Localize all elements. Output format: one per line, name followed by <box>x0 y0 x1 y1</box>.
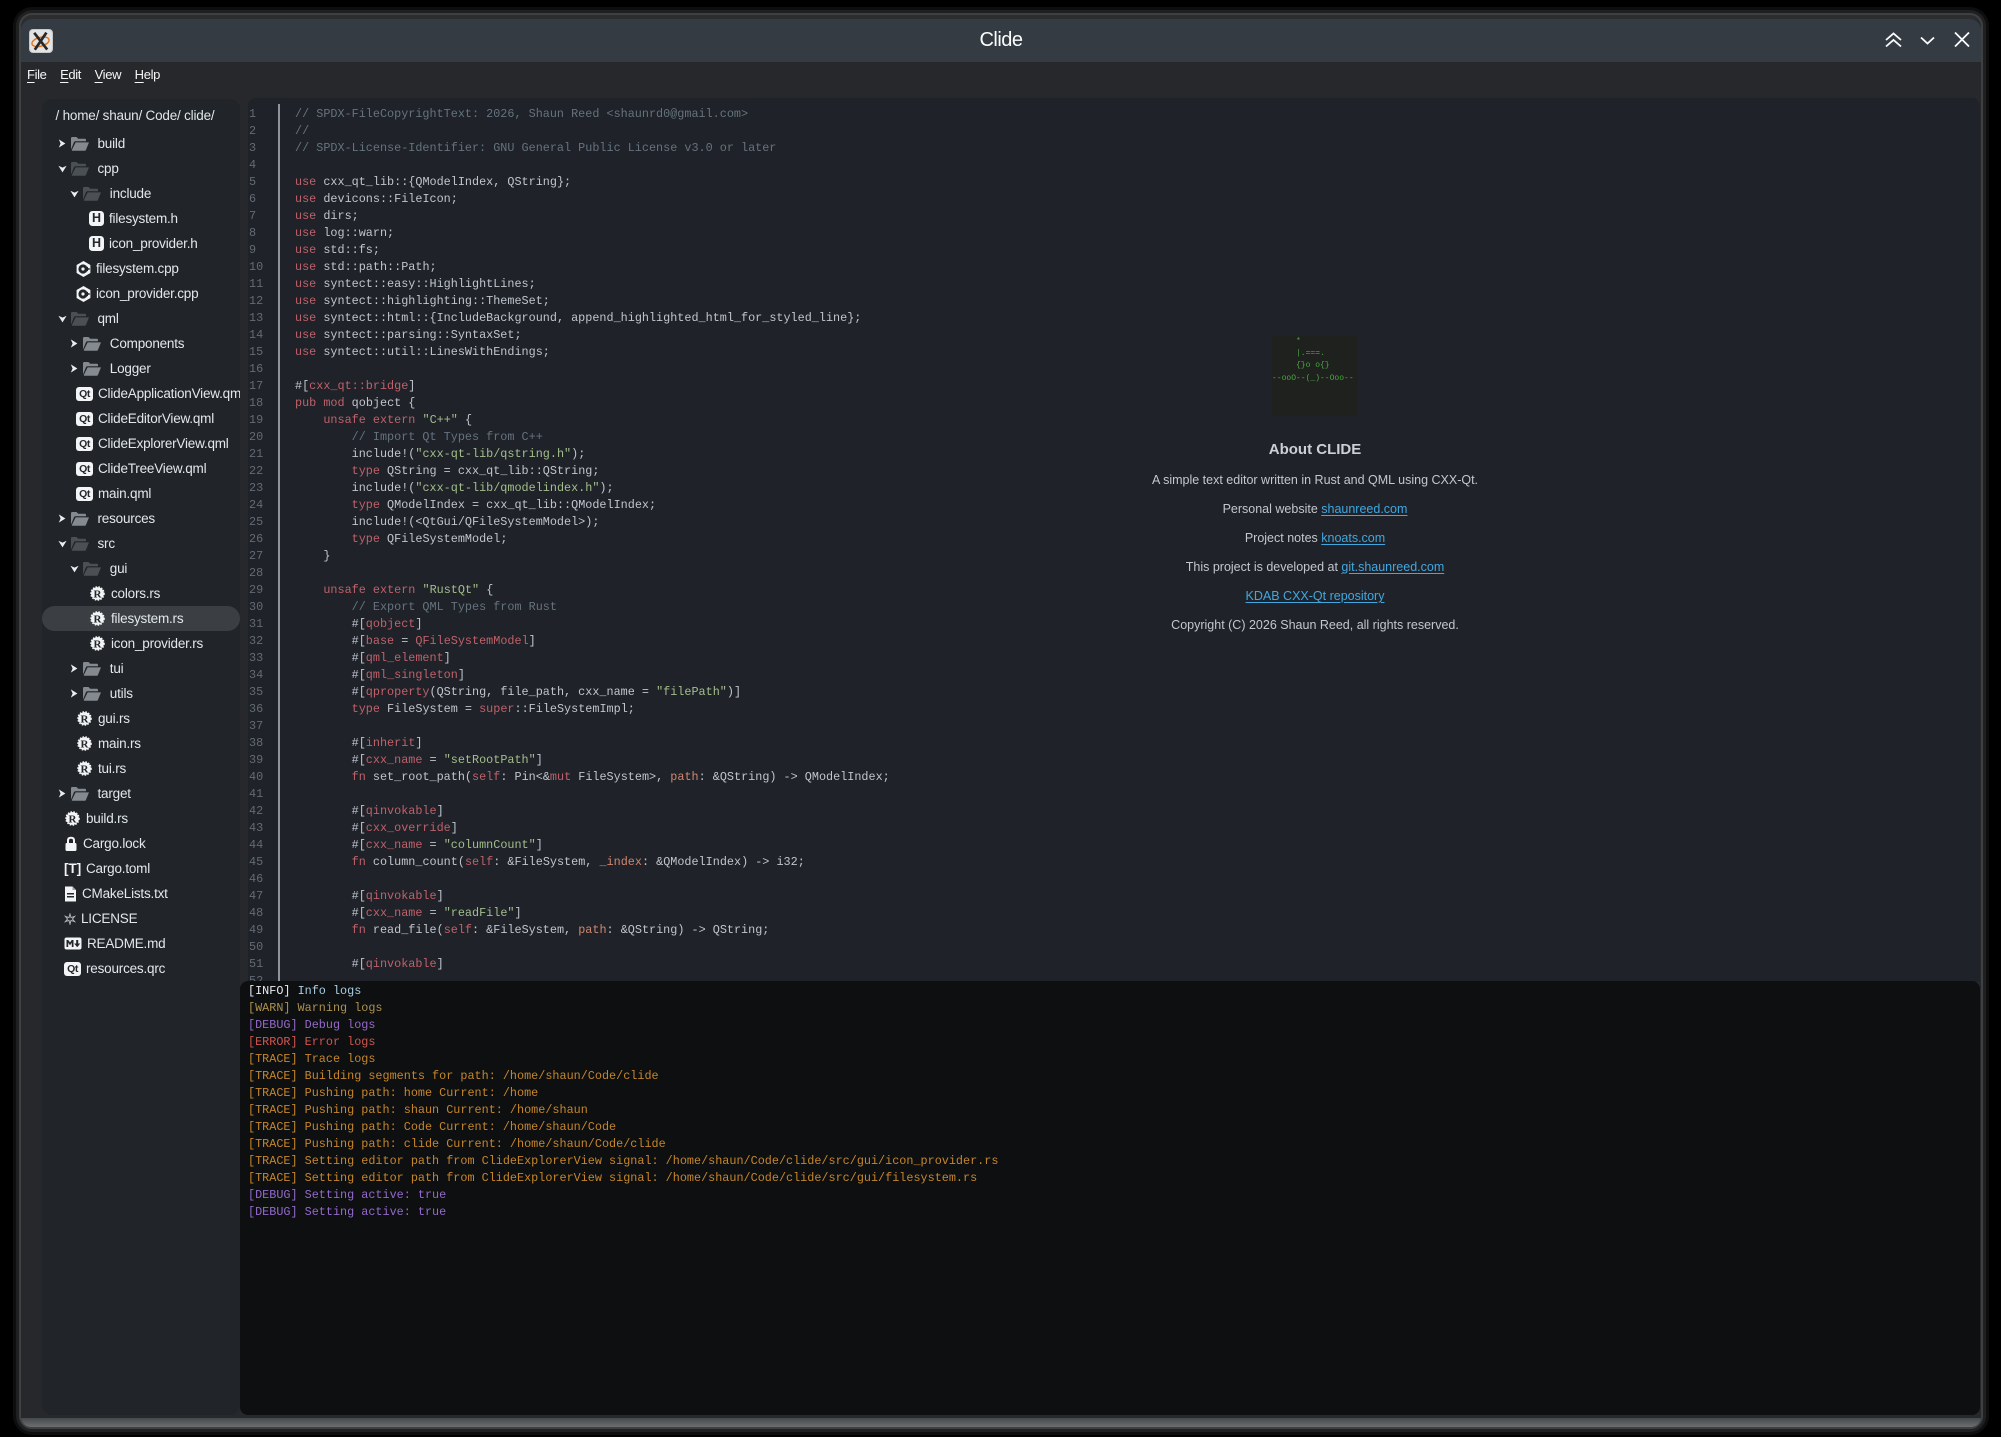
svg-text:R: R <box>94 613 103 625</box>
svg-text:R: R <box>81 713 90 725</box>
svg-text:R: R <box>94 638 103 650</box>
svg-text:R: R <box>81 738 90 750</box>
svg-text:R: R <box>69 813 78 825</box>
svg-text:R: R <box>81 763 90 775</box>
svg-text:R: R <box>94 588 103 600</box>
